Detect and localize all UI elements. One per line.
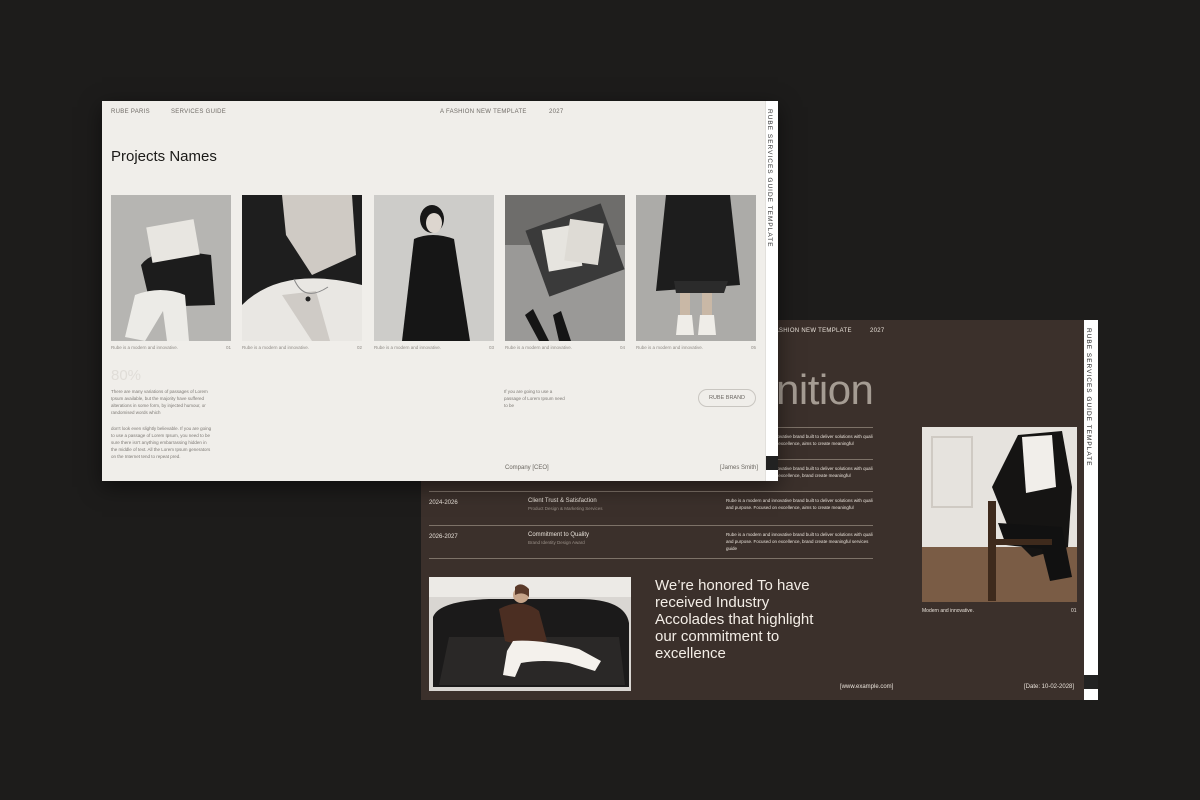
- project-caption: Rube is a modern and innovative. 03: [374, 345, 494, 350]
- timeline-row: 2026-2027 Commitment to Quality Brand Id…: [429, 525, 873, 551]
- caption-text: Rube is a modern and innovative.: [636, 345, 704, 350]
- caption-number: 05: [750, 345, 756, 350]
- project-caption: Rube is a modern and innovative. 01: [111, 345, 231, 350]
- header-year: 2027: [549, 109, 564, 115]
- row-divider: [429, 558, 873, 559]
- photo-sofa: [429, 577, 631, 691]
- side-text: RUBE SERVICES GUIDE TEMPLATE: [766, 109, 773, 248]
- photo-chair: [922, 427, 1077, 602]
- side-strip: RUBE SERVICES GUIDE TEMPLATE: [765, 101, 778, 481]
- project-image: [242, 195, 362, 341]
- footer-name: [James Smith]: [720, 465, 759, 471]
- row-years: 2024-2026: [429, 500, 458, 506]
- strip-block: [1084, 675, 1098, 689]
- photo-number: 01: [1071, 608, 1077, 614]
- slide-light: RUBE PARIS SERVICES GUIDE A FASHION NEW …: [102, 101, 778, 481]
- header-tagline: FASHION NEW TEMPLATE: [771, 328, 852, 334]
- project-image: [505, 195, 625, 341]
- project-image: [374, 195, 494, 341]
- strip-block: [766, 456, 778, 470]
- side-text: RUBE SERVICES GUIDE TEMPLATE: [1085, 328, 1092, 467]
- timeline-row: 2024-2026 Client Trust & Satisfaction Pr…: [429, 491, 873, 511]
- caption-number: 04: [619, 345, 625, 350]
- project-caption: Rube is a modern and innovative. 02: [242, 345, 362, 350]
- quote-text: We’re honored To have received Industry …: [655, 577, 814, 662]
- project-image: [111, 195, 231, 341]
- project-caption: Rube is a modern and innovative. 04: [505, 345, 625, 350]
- brand-button[interactable]: RUBE BRAND: [698, 389, 756, 407]
- caption-text: Rube is a modern and innovative.: [242, 345, 310, 350]
- caption-number: 01: [225, 345, 231, 350]
- body-text: don't look even slightly believable. If …: [111, 426, 212, 459]
- row-subtitle: Product Design & Marketing Services: [528, 506, 603, 511]
- header-tagline: A FASHION NEW TEMPLATE: [440, 109, 527, 115]
- footer-url: [www.example.com]: [840, 684, 894, 690]
- footer-date: [Date: 10-02-2028]: [1024, 684, 1075, 690]
- caption-text: Rube is a modern and innovative.: [111, 345, 179, 350]
- row-years: 2026-2027: [429, 534, 458, 540]
- body-text: There are many variations of passages of…: [111, 389, 208, 415]
- row-desc: Rube is a modern and innovative brand bu…: [726, 532, 873, 551]
- caption-text: Rube is a modern and innovative.: [505, 345, 573, 350]
- stat-percent: 80%: [111, 367, 142, 384]
- body-text: If you are going to use a passage of Lor…: [504, 389, 565, 408]
- row-subtitle: Brand Identity Design Award: [528, 540, 585, 545]
- project-caption: Rube is a modern and innovative. 05: [636, 345, 756, 350]
- row-title: Client Trust & Satisfaction: [528, 498, 597, 504]
- caption-number: 03: [488, 345, 494, 350]
- project-image: [636, 195, 756, 341]
- section-heading: nition: [776, 366, 874, 413]
- side-strip: RUBE SERVICES GUIDE TEMPLATE: [1084, 320, 1098, 700]
- row-title: Commitment to Quality: [528, 532, 590, 538]
- caption-text: Rube is a modern and innovative.: [374, 345, 442, 350]
- photo-caption: Modern and innovative.: [922, 608, 974, 614]
- caption-number: 02: [356, 345, 362, 350]
- header-brand: RUBE PARIS: [111, 109, 150, 115]
- footer-company: Company [CEO]: [505, 465, 549, 471]
- header-year: 2027: [870, 328, 885, 334]
- header-guide: SERVICES GUIDE: [171, 109, 227, 115]
- page-title: Projects Names: [111, 148, 217, 165]
- row-desc: Rube is a modern and innovative brand bu…: [726, 498, 873, 510]
